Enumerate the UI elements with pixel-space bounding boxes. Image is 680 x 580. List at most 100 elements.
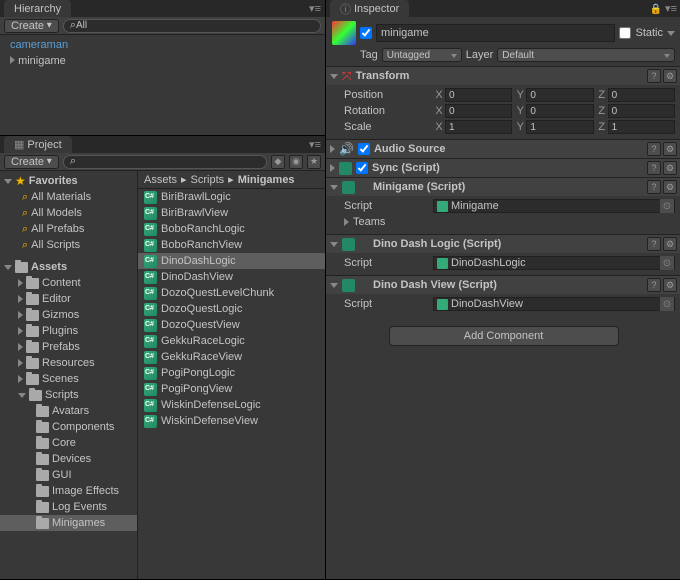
folder-item[interactable]: Avatars — [0, 403, 137, 419]
gameobject-name-field[interactable] — [376, 24, 615, 42]
hierarchy-search-input[interactable] — [76, 20, 314, 31]
add-component-button[interactable]: Add Component — [389, 326, 619, 346]
project-create-button[interactable]: Create ▾ — [4, 155, 59, 169]
dinologic-header[interactable]: Dino Dash Logic (Script) ? ⚙ — [326, 235, 680, 253]
hierarchy-search[interactable]: ⌕ — [63, 19, 321, 33]
foldout-icon[interactable] — [330, 242, 338, 247]
hierarchy-item-cameraman[interactable]: cameraman — [0, 37, 325, 53]
file-item[interactable]: DozoQuestView — [138, 317, 325, 333]
gear-icon[interactable]: ⚙ — [663, 180, 677, 194]
favorite-item[interactable]: ⌕All Materials — [0, 189, 137, 205]
help-button[interactable]: ? — [647, 180, 661, 194]
scale-y-input[interactable] — [526, 120, 593, 134]
project-search-input[interactable] — [76, 156, 260, 167]
scale-x-input[interactable] — [445, 120, 512, 134]
foldout-icon[interactable] — [18, 343, 23, 351]
assets-header[interactable]: Assets — [0, 259, 137, 275]
help-button[interactable]: ? — [647, 237, 661, 251]
favorites-header[interactable]: ★ Favorites — [0, 173, 137, 189]
foldout-icon[interactable] — [330, 185, 338, 190]
folder-item[interactable]: Log Events — [0, 499, 137, 515]
folder-item[interactable]: Scenes — [0, 371, 137, 387]
script-field[interactable]: DinoDashView ⊙ — [433, 297, 675, 311]
file-item[interactable]: BoboRanchLogic — [138, 221, 325, 237]
foldout-icon[interactable] — [330, 283, 338, 288]
foldout-icon[interactable] — [18, 311, 23, 319]
folder-item[interactable]: Minigames — [0, 515, 137, 531]
crumb-assets[interactable]: Assets — [144, 174, 177, 186]
help-button[interactable]: ? — [647, 278, 661, 292]
folder-item[interactable]: Core — [0, 435, 137, 451]
favorite-item[interactable]: ⌕All Scripts — [0, 237, 137, 253]
gear-icon[interactable]: ⚙ — [663, 278, 677, 292]
file-item[interactable]: DozoQuestLevelChunk — [138, 285, 325, 301]
sync-enabled-checkbox[interactable] — [356, 162, 368, 174]
layer-dropdown[interactable]: Default — [497, 48, 675, 62]
hierarchy-panel-menu-icon[interactable]: ▾≡ — [309, 2, 321, 15]
rotation-z-input[interactable] — [608, 104, 675, 118]
file-item[interactable]: GekkuRaceView — [138, 349, 325, 365]
foldout-icon[interactable] — [330, 74, 338, 79]
folder-item[interactable]: Resources — [0, 355, 137, 371]
foldout-icon[interactable] — [18, 359, 23, 367]
foldout-icon[interactable] — [18, 393, 26, 398]
file-item[interactable]: PogiPongView — [138, 381, 325, 397]
position-y-input[interactable] — [526, 88, 593, 102]
file-item[interactable]: DozoQuestLogic — [138, 301, 325, 317]
file-item[interactable]: WiskinDefenseLogic — [138, 397, 325, 413]
object-picker-icon[interactable]: ⊙ — [660, 256, 674, 270]
position-x-input[interactable] — [445, 88, 512, 102]
gameobject-icon[interactable] — [332, 21, 356, 45]
transform-header[interactable]: ⤧ Transform ? ⚙ — [326, 67, 680, 85]
project-panel-menu-icon[interactable]: ▾≡ — [309, 138, 321, 151]
sync-header[interactable]: Sync (Script) ? ⚙ — [326, 159, 680, 177]
folder-item[interactable]: Components — [0, 419, 137, 435]
minigame-header[interactable]: Minigame (Script) ? ⚙ — [326, 178, 680, 196]
folder-item[interactable]: Gizmos — [0, 307, 137, 323]
tag-dropdown[interactable]: Untagged — [382, 48, 462, 62]
folder-item[interactable]: Image Effects — [0, 483, 137, 499]
save-search-icon[interactable]: ★ — [307, 155, 321, 169]
hierarchy-tab[interactable]: Hierarchy — [4, 0, 71, 17]
audiosource-header[interactable]: 🔊 Audio Source ? ⚙ — [326, 140, 680, 158]
hierarchy-item-minigame[interactable]: minigame — [0, 53, 325, 69]
file-item[interactable]: WiskinDefenseView — [138, 413, 325, 429]
hierarchy-create-button[interactable]: Create ▾ — [4, 19, 59, 33]
file-item[interactable]: BiriBrawlView — [138, 205, 325, 221]
project-tab[interactable]: ▦ Project — [4, 136, 72, 153]
folder-item[interactable]: Prefabs — [0, 339, 137, 355]
folder-item[interactable]: Devices — [0, 451, 137, 467]
inspector-tab[interactable]: ⓘ Inspector — [330, 0, 409, 17]
folder-item[interactable]: Editor — [0, 291, 137, 307]
inspector-panel-menu-icon[interactable]: 🔒 ▾≡ — [650, 2, 677, 15]
gear-icon[interactable]: ⚙ — [663, 237, 677, 251]
file-item[interactable]: GekkuRaceLogic — [138, 333, 325, 349]
crumb-minigames[interactable]: Minigames — [238, 174, 295, 186]
folder-item[interactable]: Plugins — [0, 323, 137, 339]
filter-label-icon[interactable]: ◉ — [289, 155, 303, 169]
file-item[interactable]: BiriBrawlLogic — [138, 189, 325, 205]
project-search[interactable]: ⌕ — [63, 155, 267, 169]
help-button[interactable]: ? — [647, 69, 661, 83]
scripts-folder[interactable]: Scripts — [0, 387, 137, 403]
dinoview-header[interactable]: Dino Dash View (Script) ? ⚙ — [326, 276, 680, 294]
foldout-icon[interactable] — [330, 145, 335, 153]
file-item[interactable]: DinoDashView — [138, 269, 325, 285]
favorite-item[interactable]: ⌕All Prefabs — [0, 221, 137, 237]
foldout-icon[interactable] — [4, 179, 12, 184]
help-button[interactable]: ? — [647, 161, 661, 175]
help-button[interactable]: ? — [647, 142, 661, 156]
expand-arrow-icon[interactable] — [10, 56, 15, 64]
object-picker-icon[interactable]: ⊙ — [660, 199, 674, 213]
gameobject-active-checkbox[interactable] — [360, 27, 372, 39]
file-item[interactable]: BoboRanchView — [138, 237, 325, 253]
foldout-icon[interactable] — [18, 327, 23, 335]
folder-item[interactable]: Content — [0, 275, 137, 291]
static-checkbox[interactable] — [619, 27, 631, 39]
object-picker-icon[interactable]: ⊙ — [660, 297, 674, 311]
foldout-icon[interactable] — [4, 265, 12, 270]
gear-icon[interactable]: ⚙ — [663, 69, 677, 83]
static-dropdown-icon[interactable] — [667, 31, 675, 36]
script-field[interactable]: Minigame ⊙ — [433, 199, 675, 213]
file-item[interactable]: DinoDashLogic — [138, 253, 325, 269]
